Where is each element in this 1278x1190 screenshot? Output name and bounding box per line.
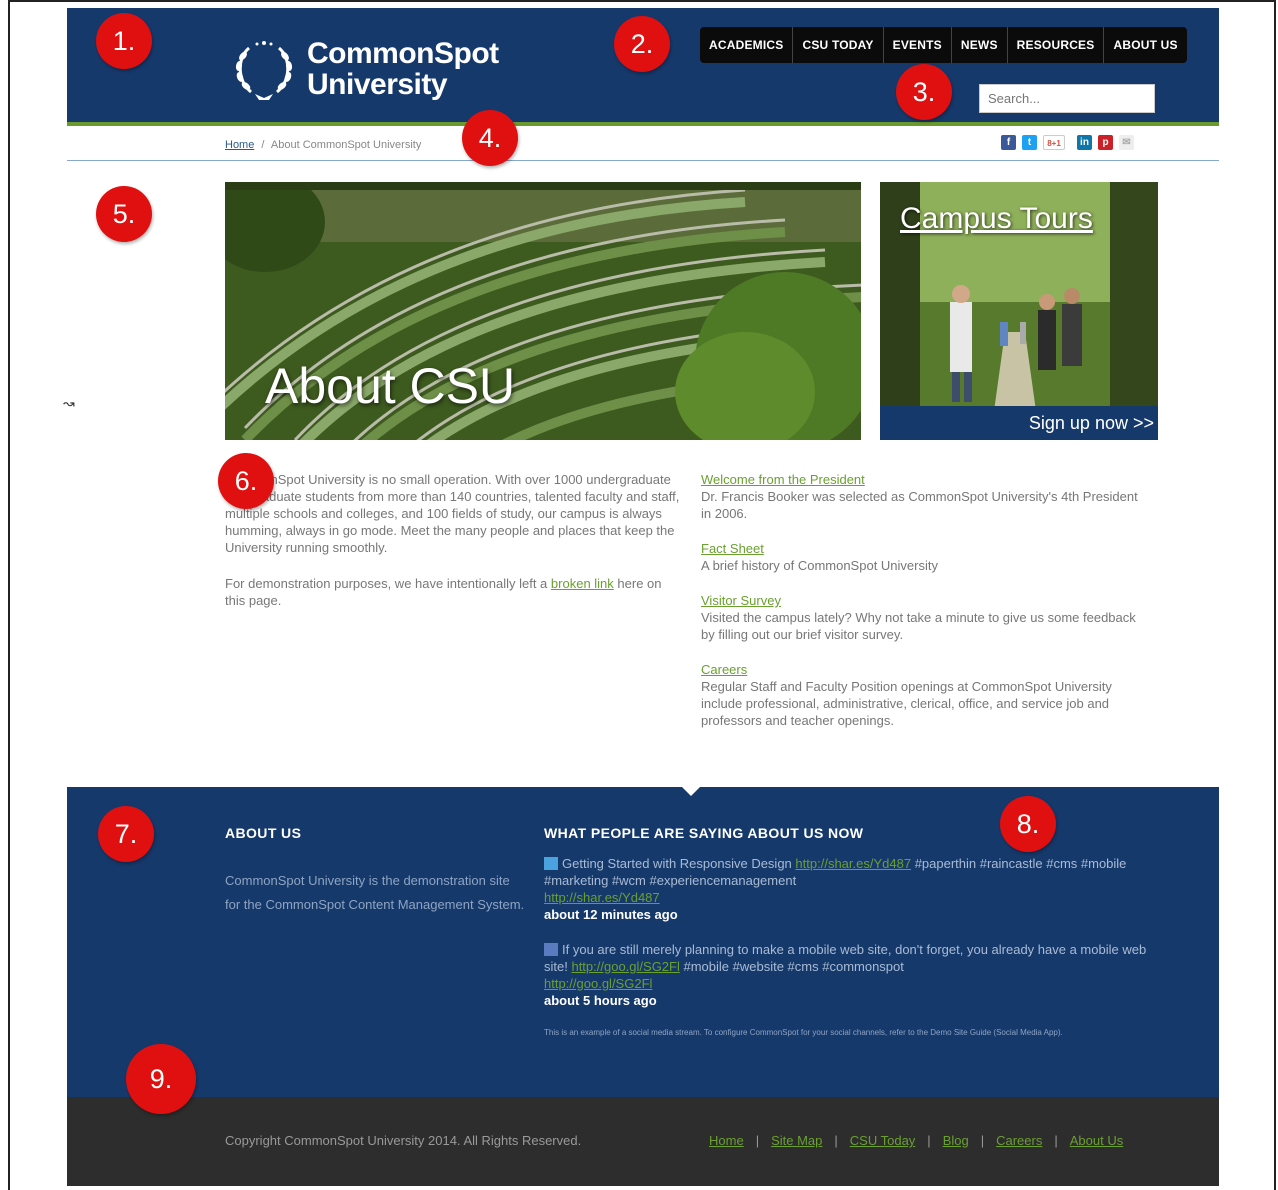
footer-separator: | — [834, 1133, 838, 1148]
footer-link-home[interactable]: Home — [709, 1133, 744, 1148]
logo-line-2: University — [307, 68, 448, 101]
feed-text: Getting Started with Responsive Design — [562, 856, 792, 871]
list-item: Visitor Survey Visited the campus lately… — [701, 592, 1151, 643]
sign-up-link[interactable]: Sign up now >> — [880, 406, 1158, 440]
breadcrumb-bar: Home / About CommonSpot University f t 8… — [67, 130, 1219, 161]
feed-timestamp: about 5 hours ago — [544, 993, 657, 1008]
feed-timestamp: about 12 minutes ago — [544, 907, 678, 922]
linkedin-icon[interactable]: in — [1077, 135, 1092, 150]
wreath-icon — [235, 41, 293, 100]
logo-line-1: CommonSpot — [307, 37, 499, 70]
footer-separator: | — [927, 1133, 931, 1148]
hero-banner: About CSU — [225, 182, 861, 440]
twitter-icon[interactable]: t — [1022, 135, 1037, 150]
footer-separator: | — [755, 1133, 760, 1148]
broken-link[interactable]: broken link — [551, 576, 614, 591]
footer-link-site-map[interactable]: Site Map — [771, 1133, 822, 1148]
intro-paragraph: CommonSpot University is no small operat… — [225, 472, 680, 555]
breadcrumb-home-link[interactable]: Home — [225, 139, 254, 151]
intro-text: CommonSpot University is no small operat… — [225, 471, 685, 628]
footer-about-text: CommonSpot University is the demonstrati… — [225, 873, 525, 912]
breadcrumb: Home / About CommonSpot University — [225, 139, 421, 151]
social-feed-heading: WHAT PEOPLE ARE SAYING ABOUT US NOW — [544, 825, 864, 841]
demo-note-before: For demonstration purposes, we have inte… — [225, 576, 548, 591]
careers-link[interactable]: Careers — [701, 662, 747, 677]
list-item: Careers Regular Staff and Faculty Positi… — [701, 661, 1151, 729]
facebook-icon — [544, 943, 558, 956]
feed-item: If you are still merely planning to make… — [544, 941, 1154, 1009]
feed-hashtags: #mobile #website #cms #commonspot — [683, 959, 904, 974]
social-share-bar: f t 8+1 in p ✉ — [1001, 135, 1134, 150]
email-icon[interactable]: ✉ — [1119, 135, 1134, 150]
list-item: Welcome from the President Dr. Francis B… — [701, 471, 1151, 522]
demo-note: For demonstration purposes, we have inte… — [225, 575, 685, 609]
link-description: A brief history of CommonSpot University — [701, 558, 938, 573]
footer-notch — [681, 786, 701, 796]
related-links: Welcome from the President Dr. Francis B… — [701, 471, 1151, 747]
annotation-marker-5: 5. — [96, 186, 152, 242]
annotation-marker-9: 9. — [126, 1044, 196, 1114]
footer-link-csu-today[interactable]: CSU Today — [850, 1133, 916, 1148]
footer-links: Home | Site Map | CSU Today | Blog | Careers | Abo… — [709, 1133, 1123, 1148]
feed-note: This is an example of a social media str… — [544, 1028, 1063, 1037]
footer-link-blog[interactable]: Blog — [943, 1133, 969, 1148]
site-logo[interactable]: CommonSpot University — [229, 34, 499, 104]
search-input[interactable] — [979, 84, 1155, 113]
link-description: Visited the campus lately? Why not take … — [701, 610, 1136, 642]
annotation-marker-8: 8. — [1000, 796, 1056, 852]
annotation-marker-6: 6. — [218, 453, 274, 509]
annotation-marker-2: 2. — [614, 16, 670, 72]
footer-link-about-us[interactable]: About Us — [1070, 1133, 1123, 1148]
breadcrumb-current: About CommonSpot University — [270, 139, 422, 151]
nav-about-us[interactable]: ABOUT US — [1104, 27, 1186, 63]
feed-link[interactable]: http://shar.es/Yd487 — [544, 890, 660, 905]
google-plus-icon[interactable]: 8+1 — [1043, 135, 1065, 150]
feed-link[interactable]: http://goo.gl/SG2Fl — [544, 976, 652, 991]
pinterest-icon[interactable]: p — [1098, 135, 1113, 150]
facebook-icon[interactable]: f — [1001, 135, 1016, 150]
nav-resources[interactable]: RESOURCES — [1008, 27, 1105, 63]
annotation-marker-7: 7. — [98, 806, 154, 862]
nav-academics[interactable]: ACADEMICS — [700, 27, 794, 63]
main-nav: ACADEMICS CSU TODAY EVENTS NEWS RESOURCE… — [700, 27, 1187, 63]
feed-link[interactable]: http://goo.gl/SG2Fl — [571, 959, 679, 974]
campus-tours-promo[interactable]: Campus Tours Sign up now >> — [880, 182, 1158, 440]
feed-link[interactable]: http://shar.es/Yd487 — [795, 856, 911, 871]
breadcrumb-separator: / — [261, 139, 265, 151]
cursor-icon: ↝ — [63, 395, 75, 411]
hero-title: About CSU — [265, 358, 516, 414]
annotation-marker-1: 1. — [96, 13, 152, 69]
footer-link-careers[interactable]: Careers — [996, 1133, 1042, 1148]
footer-separator: | — [980, 1133, 985, 1148]
nav-events[interactable]: EVENTS — [884, 27, 952, 63]
footer-separator: | — [1054, 1133, 1058, 1148]
logo-text: CommonSpot University — [307, 38, 499, 100]
annotation-marker-4: 4. — [462, 110, 518, 166]
welcome-president-link[interactable]: Welcome from the President — [701, 472, 865, 487]
nav-csu-today[interactable]: CSU TODAY — [793, 27, 884, 63]
feed-item: Getting Started with Responsive Design h… — [544, 855, 1154, 923]
nav-news[interactable]: NEWS — [952, 27, 1008, 63]
visitor-survey-link[interactable]: Visitor Survey — [701, 593, 781, 608]
twitter-icon — [544, 857, 558, 870]
social-feed: Getting Started with Responsive Design h… — [544, 855, 1154, 1038]
fact-sheet-link[interactable]: Fact Sheet — [701, 541, 764, 556]
bottom-bar: Copyright CommonSpot University 2014. Al… — [67, 1097, 1219, 1186]
link-description: Dr. Francis Booker was selected as Commo… — [701, 489, 1138, 521]
footer-about-heading: ABOUT US — [225, 825, 302, 841]
list-item: Fact Sheet A brief history of CommonSpot… — [701, 540, 1151, 574]
annotation-marker-3: 3. — [896, 64, 952, 120]
campus-tours-title[interactable]: Campus Tours — [900, 202, 1093, 236]
copyright: Copyright CommonSpot University 2014. Al… — [225, 1133, 582, 1148]
link-description: Regular Staff and Faculty Position openi… — [701, 679, 1112, 728]
